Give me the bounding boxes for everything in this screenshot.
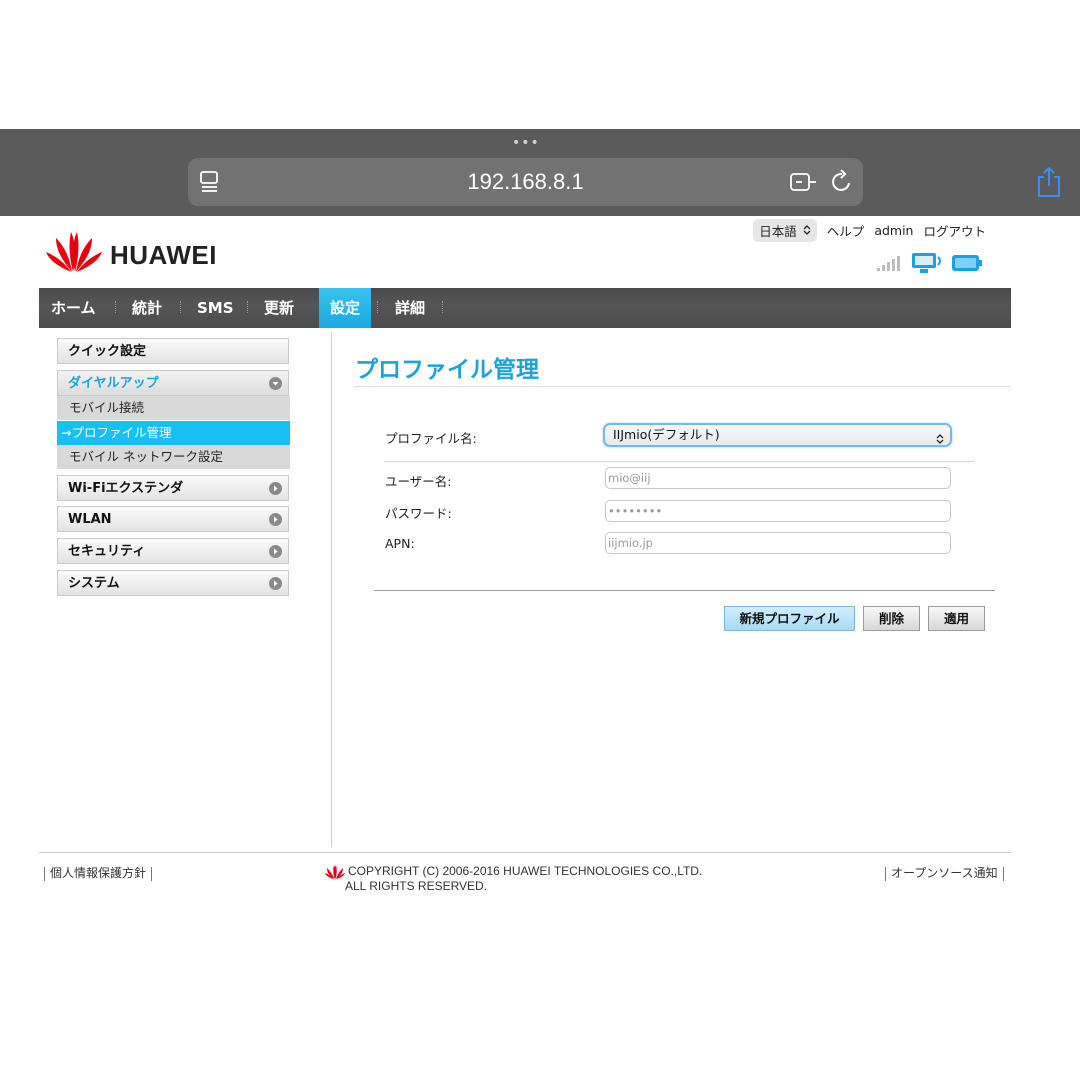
sidebar-system[interactable]: システム [57, 570, 289, 596]
username-field[interactable]: mio@iij [605, 467, 951, 489]
footer-separator [885, 866, 886, 881]
chevron-right-icon [269, 513, 282, 526]
copyright-line-1: COPYRIGHT (C) 2006-2016 HUAWEI TECHNOLOG… [348, 864, 703, 878]
reload-icon[interactable] [830, 169, 854, 199]
chevron-right-icon [269, 545, 282, 558]
sidebar-quick-setup[interactable]: クイック設定 [57, 338, 289, 364]
sidebar-item-label: セキュリティ [68, 544, 146, 559]
sidebar-item-label: クイック設定 [68, 344, 147, 359]
footer-separator [151, 866, 153, 881]
password-label: パスワード: [385, 506, 452, 521]
sidebar-item-label: システム [68, 576, 120, 591]
delete-button[interactable]: 削除 [863, 606, 920, 631]
footer-privacy: 個人情報保護方針 [39, 864, 157, 881]
huawei-small-logo [325, 864, 345, 883]
computer-icon [911, 252, 943, 278]
chevron-right-icon [269, 482, 282, 495]
battery-icon [951, 254, 983, 276]
button-divider [374, 590, 995, 591]
address-bar[interactable]: 192.168.8.1 [188, 158, 863, 206]
nav-separator [247, 301, 249, 313]
extension-icon[interactable] [790, 171, 818, 197]
nav-settings[interactable]: 設定 [319, 288, 371, 328]
huawei-logo [44, 228, 104, 278]
url-text[interactable]: 192.168.8.1 [188, 169, 863, 195]
profile-name-label: プロファイル名: [385, 431, 477, 446]
footer-divider [39, 852, 1011, 853]
sidebar-wifi-extender[interactable]: Wi-Fiエクステンダ [57, 475, 289, 501]
nav-update[interactable]: 更新 [264, 288, 294, 328]
footer-separator [1002, 866, 1004, 881]
apply-button[interactable]: 適用 [928, 606, 985, 631]
nav-sms[interactable]: SMS [197, 288, 234, 328]
select-arrows-icon [936, 430, 944, 450]
signal-icon [876, 254, 904, 276]
nav-details[interactable]: 詳細 [395, 288, 425, 328]
footer-open-source: オープンソース通知 [880, 864, 1009, 881]
sidebar-security[interactable]: セキュリティ [57, 538, 289, 564]
footer-separator [44, 866, 45, 881]
content-divider [331, 333, 332, 847]
help-link[interactable]: ヘルプ [827, 221, 865, 240]
tab-dots[interactable]: ••• [512, 135, 540, 151]
form-divider [384, 461, 975, 462]
new-profile-button[interactable]: 新規プロファイル [724, 606, 855, 631]
nav-separator [180, 301, 182, 313]
sidebar-item-label: WLAN [68, 512, 112, 527]
apn-field[interactable]: iijmio.jp [605, 532, 951, 554]
title-divider [354, 386, 1011, 387]
share-icon[interactable] [1036, 166, 1062, 202]
sidebar-item-label: Wi-Fiエクステンダ [68, 481, 184, 496]
language-select[interactable]: 日本語 [753, 219, 817, 242]
profile-select[interactable]: IIJmio(デフォルト) [603, 423, 952, 447]
privacy-link[interactable]: 個人情報保護方針 [50, 866, 146, 880]
sidebar-item-mobile-network[interactable]: モバイル ネットワーク設定 [57, 445, 290, 469]
chevron-down-icon [269, 377, 282, 390]
main-nav: ホーム 統計 SMS 更新 設定 詳細 [39, 288, 1011, 328]
nav-stats[interactable]: 統計 [132, 288, 162, 328]
brand-name: HUAWEI [110, 240, 217, 270]
nav-home[interactable]: ホーム [51, 288, 96, 328]
chevron-right-icon [269, 577, 282, 590]
apn-label: APN: [385, 536, 415, 551]
language-value: 日本語 [759, 224, 797, 239]
copyright-line-2: ALL RIGHTS RESERVED. [345, 879, 488, 893]
select-arrows-icon [803, 223, 811, 238]
sidebar-item-mobile-connection[interactable]: モバイル接続 [57, 396, 290, 420]
sidebar-item-profile-management[interactable]: →プロファイル管理 [57, 421, 290, 445]
sidebar-dialup[interactable]: ダイヤルアップ [57, 370, 289, 396]
top-links: 日本語 ヘルプ admin ログアウト [753, 219, 986, 242]
sidebar-item-label: ダイヤルアップ [68, 376, 159, 391]
open-source-link[interactable]: オープンソース通知 [891, 866, 998, 880]
logout-link[interactable]: ログアウト [923, 221, 986, 240]
page-title: プロファイル管理 [355, 357, 539, 383]
nav-separator [115, 301, 117, 313]
user-name: admin [874, 223, 914, 238]
username-label: ユーザー名: [385, 474, 452, 489]
nav-separator [442, 301, 444, 313]
nav-separator [377, 301, 379, 313]
profile-select-value: IIJmio(デフォルト) [613, 427, 720, 442]
sidebar-wlan[interactable]: WLAN [57, 506, 289, 532]
password-field[interactable]: •••••••• [605, 500, 951, 522]
